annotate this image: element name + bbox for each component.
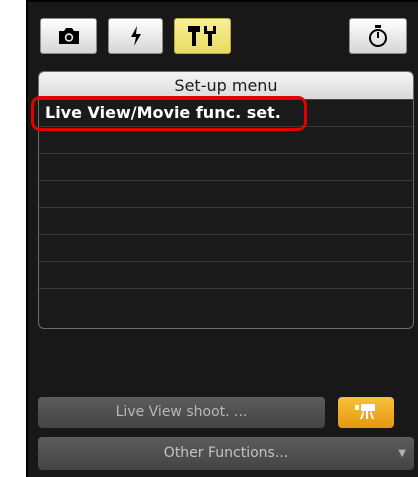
camera-icon — [56, 26, 82, 46]
timer-icon — [367, 24, 389, 48]
chevron-down-icon: ▼ — [398, 448, 406, 459]
tab-timer[interactable] — [349, 18, 407, 54]
menu-row-empty — [39, 154, 413, 181]
menu-row-empty — [39, 127, 413, 154]
camera-control-panel: Set-up menu Live View/Movie func. set. L… — [26, 0, 418, 477]
movie-camera-icon — [354, 402, 378, 424]
tab-shooting[interactable] — [40, 18, 97, 54]
movie-mode-button[interactable] — [338, 397, 394, 428]
setup-tools-icon — [186, 24, 220, 48]
tab-setup[interactable] — [174, 18, 231, 54]
menu-row-empty — [39, 289, 413, 316]
menu-row-empty — [39, 208, 413, 235]
flash-icon — [129, 25, 143, 47]
selection-highlight — [31, 96, 307, 131]
other-functions-dropdown[interactable]: Other Functions... ▼ — [38, 437, 414, 470]
menu-row-empty — [39, 235, 413, 262]
other-functions-label: Other Functions... — [163, 445, 289, 461]
menu-row-empty — [39, 181, 413, 208]
menu-row-empty — [39, 262, 413, 289]
live-view-shoot-button[interactable]: Live View shoot. ... — [38, 397, 325, 428]
tab-flash[interactable] — [108, 18, 163, 54]
